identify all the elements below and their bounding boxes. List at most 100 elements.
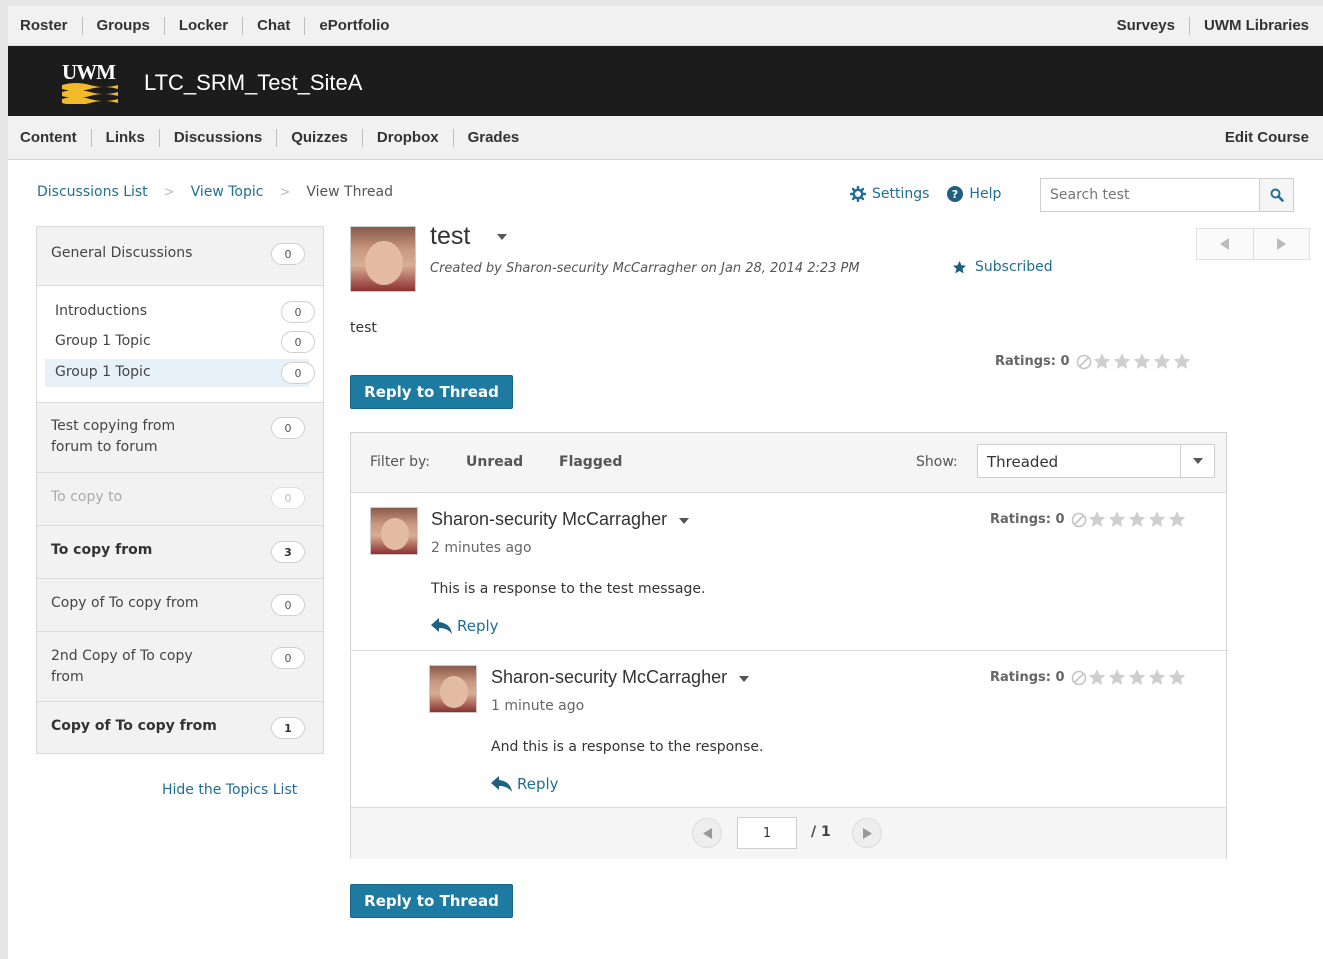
filter-bar: Filter by: Unread Flagged Show: Threaded — [351, 433, 1226, 493]
forum-label-line1: Test copying from — [51, 418, 176, 434]
search-button[interactable] — [1259, 179, 1293, 211]
breadcrumb-discussions-list[interactable]: Discussions List — [37, 184, 148, 200]
next-thread-button[interactable] — [1254, 229, 1310, 259]
unread-count-badge: 3 — [271, 541, 305, 563]
star-icon[interactable] — [1107, 668, 1127, 687]
star-icon[interactable] — [1092, 352, 1112, 371]
page-number-input[interactable] — [737, 817, 797, 849]
search-icon — [1270, 188, 1284, 202]
logo-waves-icon — [62, 83, 118, 104]
next-page-button[interactable] — [852, 818, 882, 848]
star-icon[interactable] — [1167, 510, 1187, 529]
forum-test-copying[interactable]: Test copying from forum to forum 0 — [37, 403, 323, 473]
previous-page-button[interactable] — [692, 818, 722, 848]
forum-copy-of-to-copy-from-2[interactable]: Copy of To copy from 1 — [37, 702, 323, 754]
topic-introductions[interactable]: Introductions 0 — [45, 298, 315, 326]
post-reply-link[interactable]: Reply — [491, 775, 559, 793]
forum-to-copy-from[interactable]: To copy from 3 — [37, 526, 323, 579]
unread-count-badge: 0 — [281, 331, 315, 353]
site-banner: UWM LTC_SRM_Test_SiteA — [8, 46, 1323, 116]
forum-copy-of-to-copy-from[interactable]: Copy of To copy from 0 — [37, 579, 323, 632]
uwm-logo[interactable]: UWM — [62, 60, 118, 104]
rating-stars[interactable] — [1071, 510, 1187, 529]
forum-general-discussions[interactable]: General Discussions 0 — [37, 227, 323, 285]
post-author-avatar[interactable] — [429, 665, 477, 713]
breadcrumb-view-topic[interactable]: View Topic — [191, 184, 264, 200]
star-icon[interactable] — [1152, 352, 1172, 371]
unread-count-badge: 0 — [271, 594, 305, 616]
star-icon[interactable] — [1087, 510, 1107, 529]
nav-edit-course[interactable]: Edit Course — [1225, 129, 1309, 147]
site-title[interactable]: LTC_SRM_Test_SiteA — [144, 70, 362, 96]
no-rating-icon[interactable] — [1071, 670, 1087, 686]
topic-group-1[interactable]: Group 1 Topic 0 — [45, 328, 315, 356]
show-mode-select[interactable]: Threaded — [977, 444, 1215, 478]
post-author-avatar[interactable] — [370, 507, 418, 555]
hide-topics-link[interactable]: Hide the Topics List — [162, 782, 297, 798]
post-ratings: Ratings: 0 — [990, 510, 1187, 529]
reply-to-thread-button-bottom[interactable]: Reply to Thread — [350, 884, 513, 918]
help-label: Help — [969, 186, 1002, 202]
no-rating-icon[interactable] — [1076, 354, 1092, 370]
post-text: And this is a response to the response. — [491, 739, 764, 755]
nav-locker[interactable]: Locker — [165, 17, 244, 35]
help-link[interactable]: ? Help — [947, 186, 1001, 202]
star-icon[interactable] — [1127, 510, 1147, 529]
subscribed-label: Subscribed — [975, 259, 1053, 275]
filter-unread-link[interactable]: Unread — [466, 454, 523, 470]
svg-text:?: ? — [952, 188, 958, 201]
post-author[interactable]: Sharon-security McCarragher — [431, 509, 690, 530]
nav-discussions[interactable]: Discussions — [160, 129, 278, 147]
nav-links[interactable]: Links — [92, 129, 160, 147]
star-icon[interactable] — [1112, 352, 1132, 371]
forum-label-line2: forum to forum — [51, 439, 158, 455]
nav-groups[interactable]: Groups — [83, 17, 165, 35]
forum-2nd-copy[interactable]: 2nd Copy of To copy from 0 — [37, 632, 323, 702]
nav-dropbox[interactable]: Dropbox — [363, 129, 454, 147]
star-icon[interactable] — [1132, 352, 1152, 371]
reply-to-thread-button[interactable]: Reply to Thread — [350, 375, 513, 409]
star-icon[interactable] — [1147, 668, 1167, 687]
settings-link[interactable]: Settings — [850, 186, 929, 202]
nav-surveys[interactable]: Surveys — [1117, 17, 1190, 35]
reply-icon — [431, 618, 452, 634]
star-icon[interactable] — [1087, 668, 1107, 687]
nav-grades[interactable]: Grades — [454, 129, 520, 147]
chevron-down-icon[interactable] — [679, 518, 690, 524]
ratings-label: Ratings: 0 — [990, 512, 1065, 527]
star-icon[interactable] — [1167, 668, 1187, 687]
forum-to-copy-to[interactable]: To copy to 0 — [37, 473, 323, 526]
subscribed-link[interactable]: Subscribed — [952, 259, 1053, 275]
rating-stars[interactable] — [1076, 352, 1192, 371]
forum-label: Copy of To copy from — [51, 718, 217, 734]
chevron-down-icon[interactable] — [497, 234, 508, 241]
forum-label: Copy of To copy from — [51, 595, 199, 611]
star-icon[interactable] — [1172, 352, 1192, 371]
post-author[interactable]: Sharon-security McCarragher — [491, 667, 750, 688]
rating-stars[interactable] — [1071, 668, 1187, 687]
star-icon[interactable] — [1107, 510, 1127, 529]
post-ratings: Ratings: 0 — [990, 668, 1187, 687]
topic-group-1-selected[interactable]: Group 1 Topic 0 — [45, 359, 315, 387]
nav-content[interactable]: Content — [20, 129, 92, 147]
nav-quizzes[interactable]: Quizzes — [277, 129, 363, 147]
star-icon[interactable] — [1147, 510, 1167, 529]
nav-roster[interactable]: Roster — [20, 17, 83, 35]
avatar-face — [365, 241, 403, 285]
post-reply-link[interactable]: Reply — [431, 617, 499, 635]
star-icon[interactable] — [1127, 668, 1147, 687]
nav-uwm-libraries[interactable]: UWM Libraries — [1190, 17, 1309, 35]
nav-chat[interactable]: Chat — [243, 17, 306, 35]
search-input[interactable] — [1041, 179, 1259, 211]
post-item: Sharon-security McCarragher 1 minute ago… — [351, 651, 1226, 807]
previous-thread-button[interactable] — [1197, 229, 1254, 259]
chevron-down-icon[interactable] — [739, 676, 750, 682]
no-rating-icon[interactable] — [1071, 512, 1087, 528]
breadcrumb: Discussions List > View Topic > View Thr… — [37, 184, 393, 200]
topic-label: Group 1 Topic — [55, 364, 151, 380]
filter-flagged-link[interactable]: Flagged — [559, 454, 622, 470]
page-total: / 1 — [811, 824, 831, 840]
avatar-face — [381, 518, 409, 550]
nav-eportfolio[interactable]: ePortfolio — [305, 17, 389, 35]
thread-author-avatar[interactable] — [350, 226, 416, 292]
